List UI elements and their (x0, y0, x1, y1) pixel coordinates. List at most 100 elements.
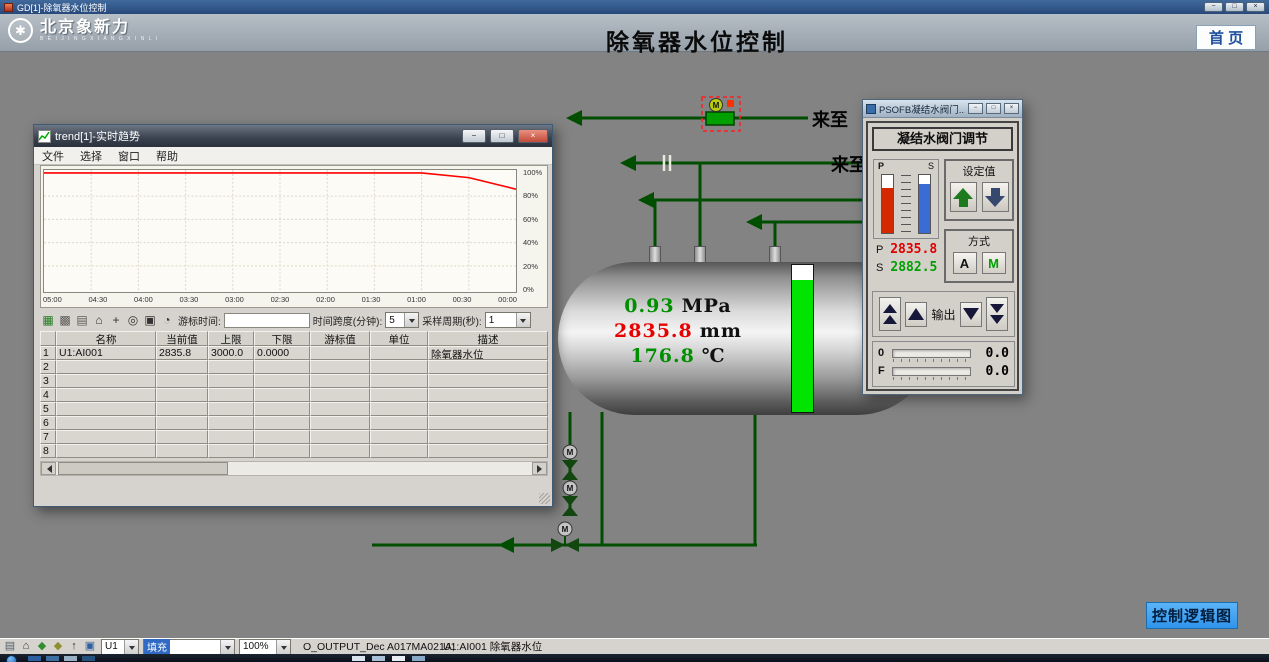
table-row[interactable]: 7 (40, 430, 548, 444)
taskbar-icon[interactable] (352, 656, 365, 661)
table-row[interactable]: 3 (40, 374, 548, 388)
mode-manual-button[interactable]: M (982, 252, 1006, 274)
motor-letter: M (713, 101, 720, 110)
maximize-button[interactable]: □ (1225, 2, 1244, 12)
control-logic-button[interactable]: 控制逻辑图 (1146, 602, 1238, 629)
trend-maximize-button[interactable]: □ (490, 129, 514, 143)
table-cell (208, 374, 254, 388)
p-value: 2835.8 (890, 242, 937, 257)
trend-window-titlebar[interactable]: trend[1]-实时趋势 − □ × (34, 125, 552, 147)
menu-item[interactable]: 窗口 (110, 148, 148, 164)
trend-table-header: 名称当前值上限下限游标值单位描述 (40, 331, 548, 346)
table-row[interactable]: 2 (40, 360, 548, 374)
table-cell (370, 360, 428, 374)
trend-close-button[interactable]: × (518, 129, 548, 143)
output-open-button[interactable] (905, 302, 927, 327)
scroll-left-button[interactable] (41, 462, 56, 475)
trend-hscrollbar[interactable] (40, 461, 548, 476)
sample-period-select[interactable]: 1 (485, 312, 531, 328)
resize-grip[interactable] (539, 493, 550, 504)
home-icon[interactable]: ⌂ (19, 640, 33, 653)
page-title: 除氧器水位控制 (125, 23, 1269, 57)
table-row[interactable]: 4 (40, 388, 548, 402)
table-cell (208, 444, 254, 458)
table-row[interactable]: 8 (40, 444, 548, 458)
outlet-valve[interactable]: M (551, 522, 579, 552)
diamond-green-icon[interactable]: ◆ (35, 640, 49, 653)
pan-icon[interactable]: + (108, 312, 124, 328)
window-titlebar[interactable]: GD[1]-除氧器水位控制 − □ × (0, 0, 1269, 14)
condensate-inlet-valve[interactable]: M (702, 97, 740, 131)
table-cell (56, 430, 156, 444)
minimize-button[interactable]: − (1204, 2, 1223, 12)
fill-mode-select[interactable]: 填充 (143, 639, 235, 655)
valve-window-titlebar[interactable]: PSOFB凝结水阀门... − □ × (863, 100, 1022, 118)
valve-close-button[interactable]: × (1004, 103, 1019, 114)
home-button[interactable]: 首 页 (1196, 25, 1256, 50)
feedback-value: 0.0 (975, 364, 1009, 379)
valve-minimize-button[interactable]: − (968, 103, 983, 114)
setpoint-label: 设定值 (946, 163, 1012, 179)
scrollbar-thumb[interactable] (58, 462, 228, 475)
zoom-select[interactable]: 100% (239, 639, 291, 655)
table-cell (254, 360, 310, 374)
table-cell (56, 416, 156, 430)
output-close-button[interactable] (960, 302, 982, 327)
menu-item[interactable]: 帮助 (148, 148, 186, 164)
table-row[interactable]: 6 (40, 416, 548, 430)
page-icon[interactable]: ▤ (3, 640, 17, 653)
s-value-readout: S 2882.5 (876, 260, 937, 275)
cursor-time-icon[interactable]: ◔ (159, 312, 175, 328)
setpoint-decrease-button[interactable] (982, 182, 1009, 212)
taskbar-icon[interactable] (64, 656, 77, 661)
taskbar-icon[interactable] (82, 656, 95, 661)
level-fill (792, 280, 813, 412)
output-fast-open-button[interactable] (879, 297, 901, 331)
x-tick-label: 05:00 (43, 295, 62, 304)
table-cell (310, 402, 370, 416)
x-tick-label: 01:00 (407, 295, 426, 304)
taskbar-icon[interactable] (28, 656, 41, 661)
scroll-right-button[interactable] (532, 462, 547, 475)
menu-item[interactable]: 选择 (72, 148, 110, 164)
cursor-time-input[interactable] (224, 313, 310, 328)
drain-valve-2[interactable]: M (562, 481, 578, 516)
taskbar-icon[interactable] (392, 656, 405, 661)
unit-select[interactable]: U1 (101, 639, 139, 655)
close-button[interactable]: × (1246, 2, 1265, 12)
export-grid-icon[interactable]: ▦ (40, 312, 56, 328)
scrollbar-track[interactable] (56, 462, 532, 475)
app-icon (4, 3, 13, 12)
up-arrow-icon[interactable]: ↑ (67, 640, 81, 653)
timespan-select[interactable]: 5 (385, 312, 419, 328)
zoom-icon[interactable]: ◎ (125, 312, 141, 328)
valve-maximize-button[interactable]: □ (986, 103, 1001, 114)
legend-icon[interactable]: ▤ (74, 312, 90, 328)
feedback-slider[interactable] (892, 367, 971, 376)
save-icon[interactable]: ▣ (83, 640, 97, 653)
chart-style-icon[interactable]: ▩ (57, 312, 73, 328)
home-view-icon[interactable]: ⌂ (91, 312, 107, 328)
output-fast-close-button[interactable] (986, 297, 1008, 331)
valve-control-window: PSOFB凝结水阀门... − □ × 凝结水阀门调节 P S 设定值 (862, 99, 1023, 395)
valve-status-indicator (727, 100, 734, 107)
output-slider[interactable] (892, 349, 971, 358)
mode-auto-button[interactable]: A (953, 252, 977, 274)
taskbar-icon[interactable] (412, 656, 425, 661)
setpoint-increase-button[interactable] (950, 182, 977, 212)
taskbar-icon[interactable] (46, 656, 59, 661)
row-number: 4 (40, 388, 56, 402)
taskbar[interactable] (0, 654, 1269, 662)
drain-valve-1[interactable]: M (562, 445, 578, 480)
table-cell (56, 444, 156, 458)
table-row[interactable]: 5 (40, 402, 548, 416)
start-button[interactable] (6, 655, 17, 662)
trend-minimize-button[interactable]: − (462, 129, 486, 143)
pipe-label-top: 来至 (812, 106, 848, 132)
snapshot-icon[interactable]: ▣ (142, 312, 158, 328)
table-cell (428, 374, 548, 388)
menu-item[interactable]: 文件 (34, 148, 72, 164)
taskbar-icon[interactable] (372, 656, 385, 661)
table-row[interactable]: 1U1:AI0012835.83000.00.0000除氧器水位 (40, 346, 548, 360)
diamond-olive-icon[interactable]: ◆ (51, 640, 65, 653)
